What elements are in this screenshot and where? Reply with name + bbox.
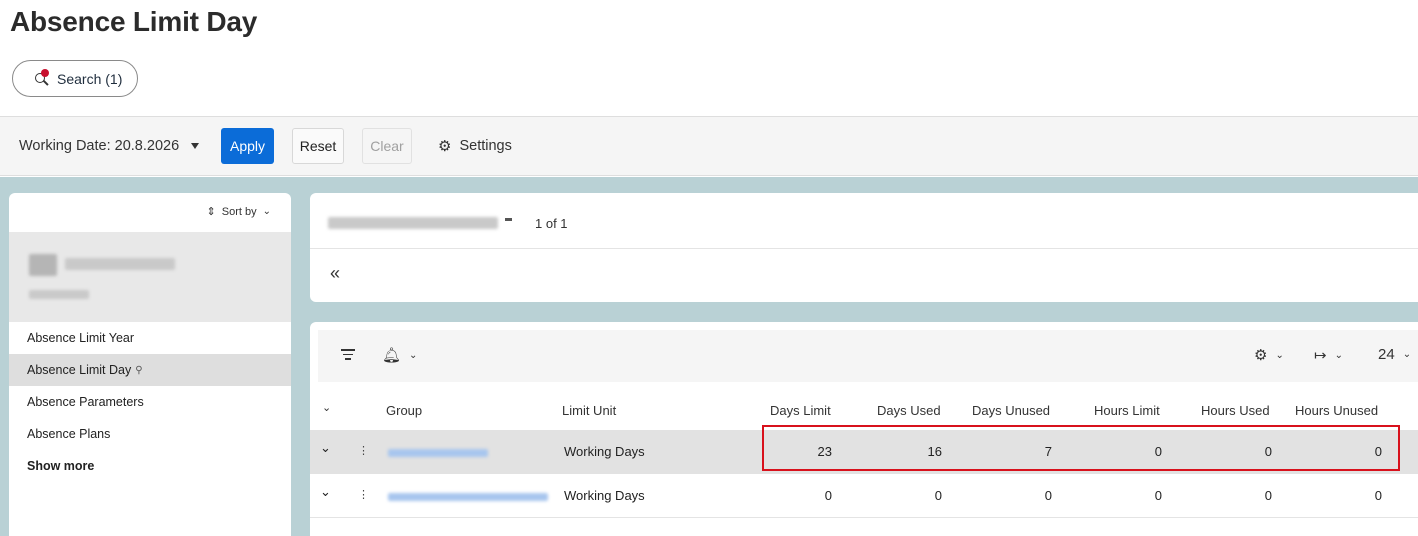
menu-item-absence-parameters[interactable]: Absence Parameters <box>9 386 291 418</box>
chevron-down-icon: ⌄ <box>1334 349 1343 361</box>
page-title: Absence Limit Day <box>10 6 258 37</box>
dropdown-caret-icon <box>191 143 200 149</box>
clear-button[interactable]: Clear <box>362 128 412 164</box>
record-dropdown[interactable] <box>505 218 512 221</box>
record-header: 1 of 1 <box>310 193 1418 249</box>
chevron-down-icon: ⌄ <box>1275 349 1284 361</box>
employee-card[interactable] <box>9 232 291 322</box>
column-header-group[interactable]: Group <box>386 403 422 418</box>
column-header-days-unused[interactable]: Days Unused <box>972 403 1050 418</box>
chevron-down-icon[interactable]: ⌄ <box>320 440 331 456</box>
double-chevron-left-icon[interactable]: « <box>330 263 340 284</box>
table-row[interactable]: ⌄ ⋮ Working Days 23 16 7 0 0 0 <box>310 430 1418 474</box>
column-header-hours-used[interactable]: Hours Used <box>1201 403 1270 418</box>
page-size-value: 24 <box>1378 346 1395 363</box>
record-pager: 1 of 1 <box>535 216 568 231</box>
side-menu: Absence Limit Year Absence Limit Day ⚲ Ab… <box>9 322 291 482</box>
work-area: ⇕ Sort by ⌄ Absence Limit Year Absence L… <box>0 177 1418 536</box>
group-link[interactable] <box>388 449 488 457</box>
filter-icon[interactable] <box>340 346 356 363</box>
table-row[interactable]: ⌄ ⋮ Working Days 0 0 0 0 0 0 <box>310 474 1418 518</box>
cell-hours-limit: 0 <box>1154 444 1162 459</box>
more-vertical-icon[interactable]: ⋮ <box>358 488 369 501</box>
settings-button[interactable]: ⚙ Settings <box>438 128 518 164</box>
cell-days-limit: 0 <box>824 488 832 503</box>
cell-limit-unit: Working Days <box>564 488 645 503</box>
search-button[interactable]: Search (1) <box>12 60 138 97</box>
column-header-hours-unused[interactable]: Hours Unused <box>1295 403 1378 418</box>
menu-item-label: Absence Parameters <box>27 395 144 409</box>
working-date-selector[interactable]: Working Date: 20.8.2026 <box>19 138 200 154</box>
gear-icon: ⚙ <box>1254 347 1268 364</box>
cell-days-unused: 7 <box>1044 444 1052 459</box>
search-button-label: Search (1) <box>57 70 123 87</box>
column-header-limit-unit[interactable]: Limit Unit <box>562 403 616 418</box>
table-header: ⌄ Group Limit Unit Days Limit Days Used … <box>310 382 1418 430</box>
chevron-down-icon: ⌄ <box>409 349 418 361</box>
working-date-label: Working Date: 20.8.2026 <box>19 138 180 154</box>
sort-by-button[interactable]: ⇕ Sort by ⌄ <box>206 205 271 219</box>
cell-hours-limit: 0 <box>1154 488 1162 503</box>
column-header-days-used[interactable]: Days Used <box>877 403 941 418</box>
expand-all-icon[interactable]: ⌄ <box>322 401 331 414</box>
more-vertical-icon[interactable]: ⋮ <box>358 444 369 457</box>
notification-dot <box>41 68 49 77</box>
record-title <box>328 217 498 229</box>
apply-button[interactable]: Apply <box>221 128 274 164</box>
cell-days-limit: 23 <box>817 444 832 459</box>
export-icon: ↦ <box>1314 347 1327 364</box>
cell-hours-used: 0 <box>1264 444 1272 459</box>
show-more-link[interactable]: Show more <box>9 450 291 482</box>
cell-limit-unit: Working Days <box>564 444 645 459</box>
left-panel: ⇕ Sort by ⌄ Absence Limit Year Absence L… <box>9 193 291 536</box>
menu-item-label: Absence Plans <box>27 427 111 441</box>
cell-hours-used: 0 <box>1264 488 1272 503</box>
menu-item-label: Absence Limit Year <box>27 331 135 345</box>
avatar <box>29 254 57 276</box>
search-icon <box>35 68 49 86</box>
reset-button[interactable]: Reset <box>292 128 344 164</box>
employee-name <box>65 258 175 270</box>
gear-icon: ⚙ <box>438 138 452 155</box>
sort-by-label: Sort by <box>221 205 257 218</box>
chevron-down-icon[interactable]: ⌄ <box>320 484 331 500</box>
sort-icon: ⇕ <box>206 206 216 218</box>
grid-toolbar: 🔔︎ ⌄ ⚙ ⌄ ↦ ⌄ 24 ⌄ <box>318 330 1418 382</box>
group-link[interactable] <box>388 493 548 501</box>
cell-days-unused: 0 <box>1044 488 1052 503</box>
grid-settings-button[interactable]: ⚙ ⌄ <box>1254 346 1284 364</box>
export-button[interactable]: ↦ ⌄ <box>1314 346 1343 364</box>
menu-item-absence-limit-day[interactable]: Absence Limit Day ⚲ <box>9 354 291 386</box>
column-header-hours-limit[interactable]: Hours Limit <box>1094 403 1160 418</box>
cell-hours-unused: 0 <box>1374 444 1382 459</box>
chevron-down-icon: ⌄ <box>1402 349 1412 360</box>
menu-item-label: Show more <box>27 459 95 473</box>
column-header-days-limit[interactable]: Days Limit <box>770 403 831 418</box>
grid-panel: 🔔︎ ⌄ ⚙ ⌄ ↦ ⌄ 24 ⌄ ⌄ Group Limit Unit Day… <box>310 322 1418 536</box>
settings-label: Settings <box>459 138 512 154</box>
pin-icon[interactable]: ⚲ <box>135 365 142 376</box>
menu-item-absence-limit-year[interactable]: Absence Limit Year <box>9 322 291 354</box>
cell-days-used: 16 <box>927 444 942 459</box>
bell-icon: 🔔︎ <box>382 347 402 364</box>
chevron-down-icon: ⌄ <box>262 206 271 217</box>
filter-toolbar: Working Date: 20.8.2026 Apply Reset Clea… <box>0 116 1418 176</box>
cell-hours-unused: 0 <box>1374 488 1382 503</box>
data-table: ⌄ Group Limit Unit Days Limit Days Used … <box>310 382 1418 518</box>
cell-days-used: 0 <box>934 488 942 503</box>
menu-item-absence-plans[interactable]: Absence Plans <box>9 418 291 450</box>
notifications-button[interactable]: 🔔︎ ⌄ <box>382 346 417 364</box>
record-header-panel: 1 of 1 « <box>310 193 1418 302</box>
employee-id <box>29 290 89 299</box>
menu-item-label: Absence Limit Day <box>27 363 132 377</box>
page-size-selector[interactable]: 24 ⌄ <box>1378 346 1411 363</box>
